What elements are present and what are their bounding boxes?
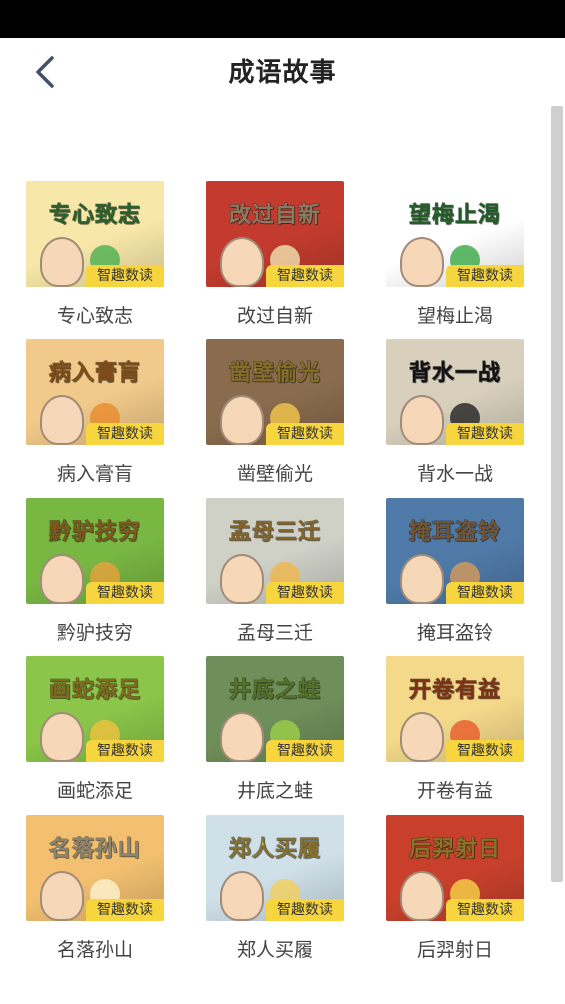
thumbnail-title-art: 掩耳盗铃 [408, 520, 501, 546]
thumbnail-title-art: 改过自新 [228, 203, 321, 229]
story-title: 开卷有益 [416, 780, 493, 802]
brand-badge: 智趣数读 [266, 740, 344, 762]
cartoon-figure [400, 712, 444, 762]
brand-badge: 智趣数读 [86, 265, 164, 287]
story-card[interactable]: 开卷有益 智趣数读 开卷有益 [386, 656, 546, 806]
story-thumbnail[interactable]: 开卷有益智趣数读 [386, 656, 524, 762]
story-thumbnail[interactable]: 井底之蛙智趣数读 [206, 656, 344, 762]
brand-badge: 智趣数读 [446, 899, 524, 921]
story-card[interactable]: 改过自新 智趣数读 改过自新 [206, 181, 366, 331]
story-thumbnail[interactable]: 名落孙山智趣数读 [26, 815, 164, 921]
story-thumbnail[interactable]: 凿壁偷光智趣数读 [206, 339, 344, 445]
story-thumbnail[interactable]: 黔驴技穷智趣数读 [26, 498, 164, 604]
story-thumbnail[interactable]: 掩耳盗铃智趣数读 [386, 498, 524, 604]
cartoon-figure [220, 871, 264, 921]
cartoon-figure [40, 712, 84, 762]
cartoon-figure [40, 395, 84, 445]
cartoon-figure [220, 237, 264, 287]
story-card[interactable]: 病入膏肓 智趣数读 病入膏肓 [26, 339, 186, 489]
cartoon-figure [40, 871, 84, 921]
story-title: 掩耳盗铃 [416, 622, 493, 644]
brand-badge: 智趣数读 [86, 740, 164, 762]
story-title: 黔驴技穷 [56, 622, 133, 644]
story-card[interactable]: 画蛇添足 智趣数读 画蛇添足 [26, 656, 186, 806]
brand-badge: 智趣数读 [446, 740, 524, 762]
thumbnail-title-art: 黔驴技穷 [48, 520, 141, 546]
story-thumbnail[interactable]: 专心致志智趣数读 [26, 181, 164, 287]
story-title: 后羿射日 [416, 939, 493, 961]
story-title: 井底之蛙 [236, 780, 313, 802]
cartoon-figure [400, 237, 444, 287]
brand-badge: 智趣数读 [446, 423, 524, 445]
story-title: 凿壁偷光 [236, 463, 313, 485]
cartoon-figure [400, 871, 444, 921]
thumbnail-title-art: 孟母三迁 [228, 520, 321, 546]
story-title: 郑人买履 [236, 939, 313, 961]
story-card[interactable]: 黔驴技穷 智趣数读 黔驴技穷 [26, 498, 186, 648]
story-thumbnail[interactable]: 病入膏肓智趣数读 [26, 339, 164, 445]
cartoon-figure [220, 712, 264, 762]
story-card[interactable]: 凿壁偷光 智趣数读 凿壁偷光 [206, 339, 366, 489]
thumbnail-title-art: 后羿射日 [408, 837, 501, 863]
story-thumbnail[interactable]: 后羿射日智趣数读 [386, 815, 524, 921]
brand-badge: 智趣数读 [446, 582, 524, 604]
story-title: 画蛇添足 [56, 780, 133, 802]
brand-badge: 智趣数读 [86, 582, 164, 604]
cartoon-figure [400, 554, 444, 604]
story-title: 名落孙山 [56, 939, 133, 961]
thumbnail-title-art: 凿壁偷光 [228, 361, 321, 387]
story-card[interactable]: 背水一战 智趣数读 背水一战 [386, 339, 546, 489]
story-title: 望梅止渴 [416, 305, 493, 327]
brand-badge: 智趣数读 [86, 423, 164, 445]
story-title: 病入膏肓 [56, 463, 133, 485]
thumbnail-title-art: 背水一战 [408, 361, 501, 387]
thumbnail-title-art: 望梅止渴 [408, 203, 501, 229]
story-card[interactable]: 掩耳盗铃 智趣数读 掩耳盗铃 [386, 498, 546, 648]
thumbnail-title-art: 郑人买履 [228, 837, 321, 863]
cartoon-figure [40, 554, 84, 604]
brand-badge: 智趣数读 [266, 582, 344, 604]
story-card[interactable]: 专心致志 智趣数读 专心致志 [26, 181, 186, 331]
story-title: 背水一战 [416, 463, 493, 485]
story-card[interactable]: 孟母三迁 智趣数读 孟母三迁 [206, 498, 366, 648]
story-title: 专心致志 [56, 305, 133, 327]
brand-badge: 智趣数读 [266, 899, 344, 921]
story-thumbnail[interactable]: 孟母三迁智趣数读 [206, 498, 344, 604]
brand-badge: 智趣数读 [266, 423, 344, 445]
cartoon-figure [220, 395, 264, 445]
cartoon-figure [400, 395, 444, 445]
brand-badge: 智趣数读 [86, 899, 164, 921]
thumbnail-title-art: 名落孙山 [48, 837, 141, 863]
story-card[interactable]: 井底之蛙 智趣数读 井底之蛙 [206, 656, 366, 806]
story-thumbnail[interactable]: 画蛇添足智趣数读 [26, 656, 164, 762]
cartoon-figure [220, 554, 264, 604]
brand-badge: 智趣数读 [446, 265, 524, 287]
story-title: 孟母三迁 [236, 622, 313, 644]
cartoon-figure [40, 237, 84, 287]
thumbnail-title-art: 开卷有益 [408, 678, 501, 704]
story-title: 改过自新 [236, 305, 313, 327]
story-card[interactable]: 郑人买履 智趣数读 郑人买履 [206, 815, 366, 965]
story-thumbnail[interactable]: 背水一战智趣数读 [386, 339, 524, 445]
story-thumbnail[interactable]: 郑人买履智趣数读 [206, 815, 344, 921]
story-thumbnail[interactable]: 望梅止渴智趣数读 [386, 181, 524, 287]
brand-badge: 智趣数读 [266, 265, 344, 287]
story-card[interactable]: 名落孙山 智趣数读 名落孙山 [26, 815, 186, 965]
thumbnail-title-art: 专心致志 [48, 203, 141, 229]
thumbnail-title-art: 画蛇添足 [48, 678, 141, 704]
thumbnail-title-art: 井底之蛙 [228, 678, 321, 704]
story-card[interactable]: 后羿射日 智趣数读 后羿射日 [386, 815, 546, 965]
story-thumbnail[interactable]: 改过自新智趣数读 [206, 181, 344, 287]
story-card[interactable]: 望梅止渴 智趣数读 望梅止渴 [386, 181, 546, 331]
story-grid: 专心致志 智趣数读 专心致志 改过自新 智趣数读 改过自新 望梅止渴 智趣数读 望梅止渴 病入膏肓… [0, 0, 565, 1004]
thumbnail-title-art: 病入膏肓 [48, 361, 141, 387]
